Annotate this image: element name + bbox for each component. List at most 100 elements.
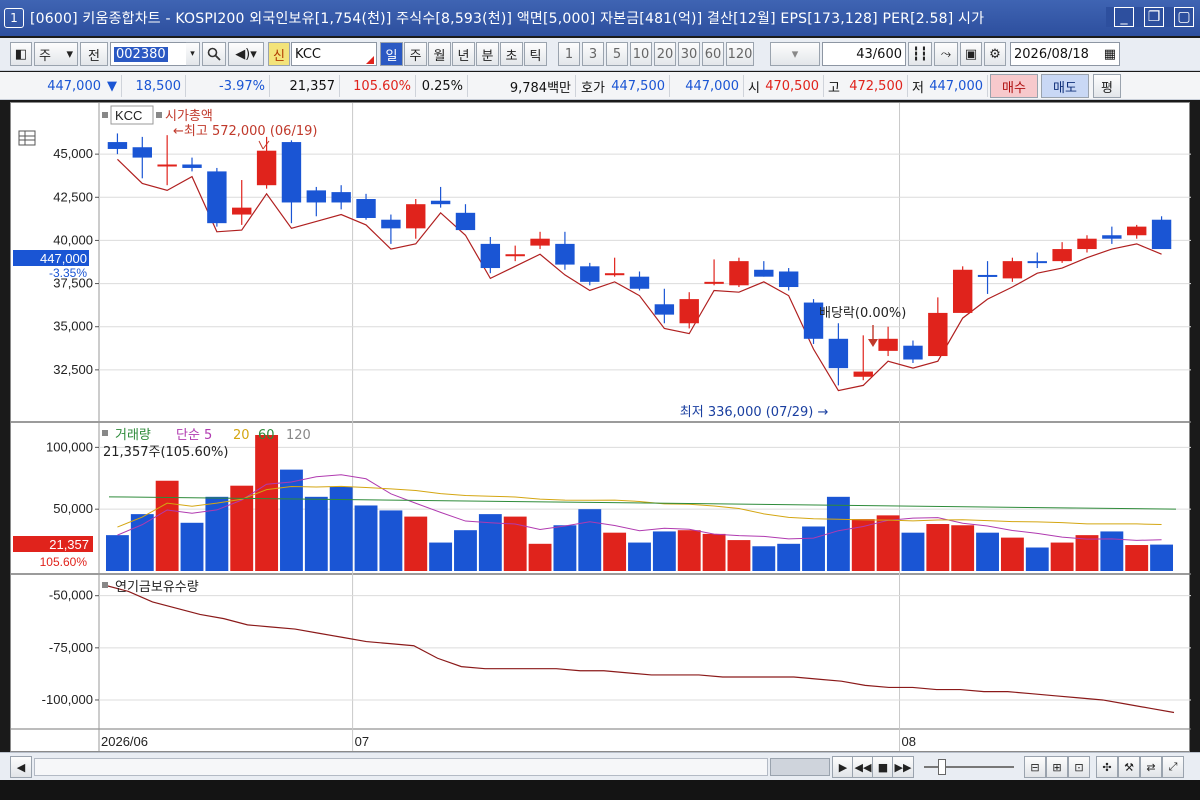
turnover-rate: 0.25% <box>418 75 468 97</box>
interval-button-30[interactable]: 30 <box>678 42 700 66</box>
candle-body <box>1077 238 1097 250</box>
pension-line <box>104 584 1175 714</box>
expand-icon[interactable]: ⤢ <box>1162 756 1184 778</box>
volume-bar <box>379 510 403 571</box>
price-change: 18,500 <box>124 75 186 97</box>
zoom-slider[interactable] <box>924 759 1014 775</box>
eval-button[interactable]: 평 <box>1093 74 1121 98</box>
settings-small-icon[interactable]: ⚒ <box>1118 756 1140 778</box>
down-arrow-icon: ▼ <box>107 78 117 94</box>
high-price: 고 472,500 <box>826 75 908 97</box>
volume-bar <box>155 480 179 571</box>
scroll-track[interactable] <box>34 758 768 776</box>
play-icon[interactable]: ▶ <box>832 756 854 778</box>
interval-button-3[interactable]: 3 <box>582 42 604 66</box>
draw-line-icon[interactable]: ⤳ <box>934 42 958 66</box>
volume-bar <box>528 543 552 571</box>
zoom-in-icon[interactable]: ⊞ <box>1046 756 1068 778</box>
volume-bar <box>777 543 801 571</box>
volume-bar <box>727 540 751 571</box>
chevron-down-icon: ▾ <box>66 46 73 62</box>
candle-body <box>704 281 724 284</box>
fit-icon[interactable]: ⊡ <box>1068 756 1090 778</box>
cross-icon[interactable]: ✣ <box>1096 756 1118 778</box>
interval-button-1[interactable]: 1 <box>558 42 580 66</box>
candle-type-icon[interactable]: ┇┇ <box>908 42 932 66</box>
volume-legend-ma120: 120 <box>286 428 311 443</box>
period-tab-3[interactable]: 년 <box>452 42 475 66</box>
current-price: 447,000 ▼ <box>10 75 122 97</box>
x-axis-label: 08 <box>902 734 916 749</box>
calendar-icon[interactable]: ▦ <box>1104 47 1119 62</box>
legend-stock-name: KCC <box>115 108 142 123</box>
period-tab-1[interactable]: 주 <box>404 42 427 66</box>
scroll-left-icon[interactable]: ◀ <box>10 756 32 778</box>
price-tick-label: 32,500 <box>53 362 93 377</box>
stock-name-field[interactable]: KCC <box>291 42 377 66</box>
chart-canvas[interactable]: 2026/06 07 0845,00042,50040,00037,50035,00… <box>11 103 1191 753</box>
minimize-icon[interactable]: _ <box>1114 7 1134 27</box>
volume-bar <box>1025 547 1049 571</box>
period-tab-5[interactable]: 초 <box>500 42 523 66</box>
stock-code-input[interactable]: 002380 <box>110 42 198 66</box>
save-icon[interactable]: ▣ <box>960 42 982 66</box>
volume-bar <box>578 509 602 571</box>
candle-body <box>853 371 873 377</box>
period-tab-4[interactable]: 분 <box>476 42 499 66</box>
period-tab-2[interactable]: 월 <box>428 42 451 66</box>
search-icon[interactable] <box>202 42 226 66</box>
sell-button[interactable]: 매도 <box>1041 74 1089 98</box>
candle-body <box>1052 249 1072 262</box>
volume-bar <box>1150 544 1174 571</box>
period-tab-6[interactable]: 틱 <box>524 42 547 66</box>
price-tick-label: 42,500 <box>53 189 93 204</box>
maximize-icon[interactable]: ▢ <box>1174 7 1194 27</box>
interval-button-60[interactable]: 60 <box>702 42 724 66</box>
rewind-icon[interactable]: ◀◀ <box>852 756 874 778</box>
data-count-field[interactable]: 43/600 <box>822 42 906 66</box>
restore-icon[interactable]: ❐ <box>1144 7 1164 27</box>
scroll-thumb[interactable] <box>770 758 830 776</box>
candle-body <box>256 150 277 186</box>
window-title: [0600] 키움종합차트 - KOSPI200 외국인보유[1,754(천)]… <box>30 11 985 27</box>
chart-area[interactable]: 2026/06 07 08 45,000 42,500 40,000 37,500 35,00… <box>10 102 1191 753</box>
scroll-bar-area: ◀ ▶ ◀◀ ■ ▶▶ ⊟ ⊞ ⊡ ✣ ⚒ ⇄ ⤢ <box>0 752 1200 780</box>
price-tick-label: 45,000 <box>53 146 93 161</box>
interval-button-5[interactable]: 5 <box>606 42 628 66</box>
prev-button[interactable]: 전 <box>80 42 108 66</box>
volume-bar <box>205 496 229 571</box>
volume-bar <box>603 532 627 571</box>
volume-subtitle: 21,357주(105.60%) <box>103 445 228 460</box>
interval-button-120[interactable]: 120 <box>726 42 754 66</box>
candle-body <box>480 243 501 269</box>
market-select[interactable]: 주 ▾ <box>34 42 78 66</box>
code-dropdown-icon[interactable]: ▾ <box>186 42 200 66</box>
date-field[interactable]: 2026/08/18 ▦ <box>1010 42 1120 66</box>
fast-forward-icon[interactable]: ▶▶ <box>892 756 914 778</box>
candle-body <box>207 171 227 224</box>
bid-price: 447,000 <box>672 75 744 97</box>
candle-body <box>381 219 401 229</box>
volume-bar <box>951 525 975 571</box>
current-volume-tag-text: 21,357 <box>49 537 89 552</box>
title-bar: 1 [0600] 키움종합차트 - KOSPI200 외국인보유[1,754(천… <box>0 0 1200 36</box>
data-count: 43 <box>856 46 873 62</box>
volume-tick-label: 100,000 <box>46 439 93 454</box>
layout-icon[interactable]: ◧ <box>10 42 32 66</box>
interval-button-10[interactable]: 10 <box>630 42 652 66</box>
speaker-icon[interactable]: ◀)▾ <box>228 42 264 66</box>
zoom-out-icon[interactable]: ⊟ <box>1024 756 1046 778</box>
dividend-arrow-head <box>868 339 878 347</box>
candle-body <box>903 345 923 360</box>
period-tab-0[interactable]: 일 <box>380 42 403 66</box>
sync-icon[interactable]: ⇄ <box>1140 756 1162 778</box>
buy-button[interactable]: 매수 <box>990 74 1038 98</box>
interval-dropdown[interactable]: ▾ <box>770 42 820 66</box>
high-price-note: ←최고 572,000 (06/19) <box>173 124 317 139</box>
window-number[interactable]: 1 <box>4 8 24 28</box>
interval-button-20[interactable]: 20 <box>654 42 676 66</box>
volume-bar <box>677 530 701 571</box>
stop-icon[interactable]: ■ <box>872 756 894 778</box>
gear-icon[interactable]: ⚙ <box>984 42 1006 66</box>
taskbar-strip <box>0 780 1200 800</box>
